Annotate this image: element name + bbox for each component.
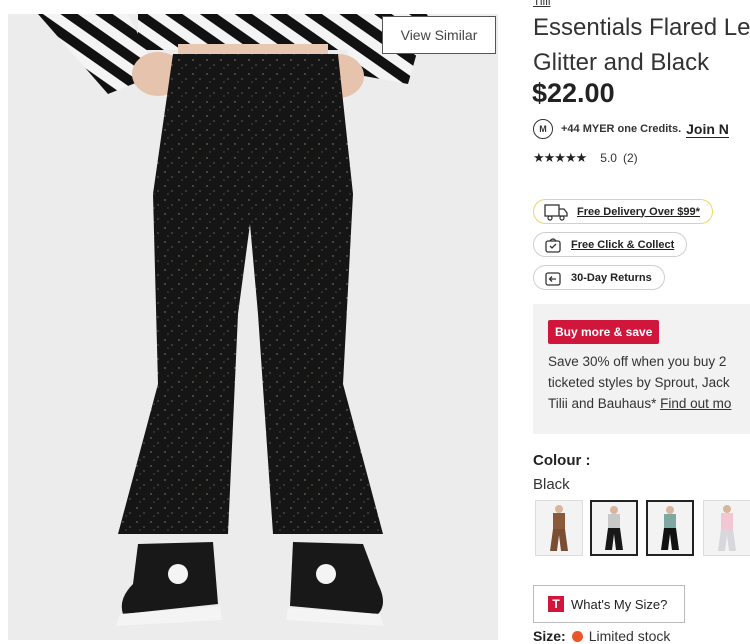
product-title-line2: Glitter and Black — [533, 49, 710, 76]
returns-icon — [544, 270, 562, 286]
credits-text: +44 MYER one Credits. — [561, 123, 682, 135]
returns-pill[interactable]: 30-Day Returns — [533, 265, 665, 290]
whats-my-size-button[interactable]: T What's My Size? — [533, 585, 685, 623]
size-guide-icon: T — [548, 596, 564, 612]
product-title: Essentials Flared Le Glitter and Black — [533, 10, 750, 80]
whats-my-size-label: What's My Size? — [571, 596, 668, 612]
free-delivery-label: Free Delivery Over $99* — [577, 205, 700, 218]
product-photo-illustration — [8, 14, 498, 640]
swatch-black-1-image — [605, 506, 623, 550]
promo-line3: Tilii and Bauhaus* Find out mo — [548, 396, 731, 411]
bag-icon — [544, 237, 562, 253]
colour-swatch-pink[interactable] — [703, 500, 750, 556]
myer-credits: M +44 MYER one Credits. Join N — [533, 118, 729, 140]
size-label: Size: — [533, 628, 566, 644]
product-price: $22.00 — [532, 78, 615, 108]
rating-count: (2) — [622, 151, 638, 165]
view-similar-button[interactable]: View Similar — [382, 16, 496, 54]
stock-status: Limited stock — [588, 628, 671, 644]
colour-label: Colour : — [533, 452, 591, 469]
rating-score: 5.0 — [600, 151, 617, 165]
myer-one-icon: M — [533, 119, 553, 139]
size-row: Size: Limited stock — [533, 628, 670, 644]
brand-link[interactable]: Tilii — [533, 0, 551, 8]
swatch-black-2-image — [661, 506, 679, 550]
colour-swatch-brown[interactable] — [535, 500, 583, 556]
swatch-pink-image — [718, 505, 736, 551]
star-rating-icon: ★★★★★ — [533, 150, 587, 165]
returns-label: 30-Day Returns — [571, 271, 652, 284]
colour-swatch-black-2[interactable] — [646, 500, 694, 556]
colour-swatch-black-1[interactable] — [590, 500, 638, 556]
promo-line3-text: Tilii and Bauhaus* — [548, 396, 657, 411]
find-out-more-link[interactable]: Find out mo — [660, 396, 731, 411]
product-title-line1: Essentials Flared Le — [533, 14, 750, 41]
product-image[interactable] — [8, 14, 498, 640]
swatch-brown-image — [550, 505, 568, 551]
promo-line2: ticketed styles by Sprout, Jack — [548, 375, 730, 390]
truck-icon — [544, 203, 568, 221]
colour-value: Black — [533, 476, 570, 493]
buy-more-save-badge: Buy more & save — [548, 320, 660, 344]
click-collect-pill[interactable]: Free Click & Collect — [533, 232, 688, 257]
promo-line1: Save 30% off when you buy 2 — [548, 354, 727, 369]
rating[interactable]: ★★★★★ 5.0 (2) — [533, 150, 638, 166]
free-delivery-pill[interactable]: Free Delivery Over $99* — [533, 199, 713, 224]
click-collect-label: Free Click & Collect — [571, 238, 675, 251]
promo-panel: Buy more & save Save 30% off when you bu… — [533, 304, 750, 434]
join-link[interactable]: Join N — [686, 121, 729, 138]
